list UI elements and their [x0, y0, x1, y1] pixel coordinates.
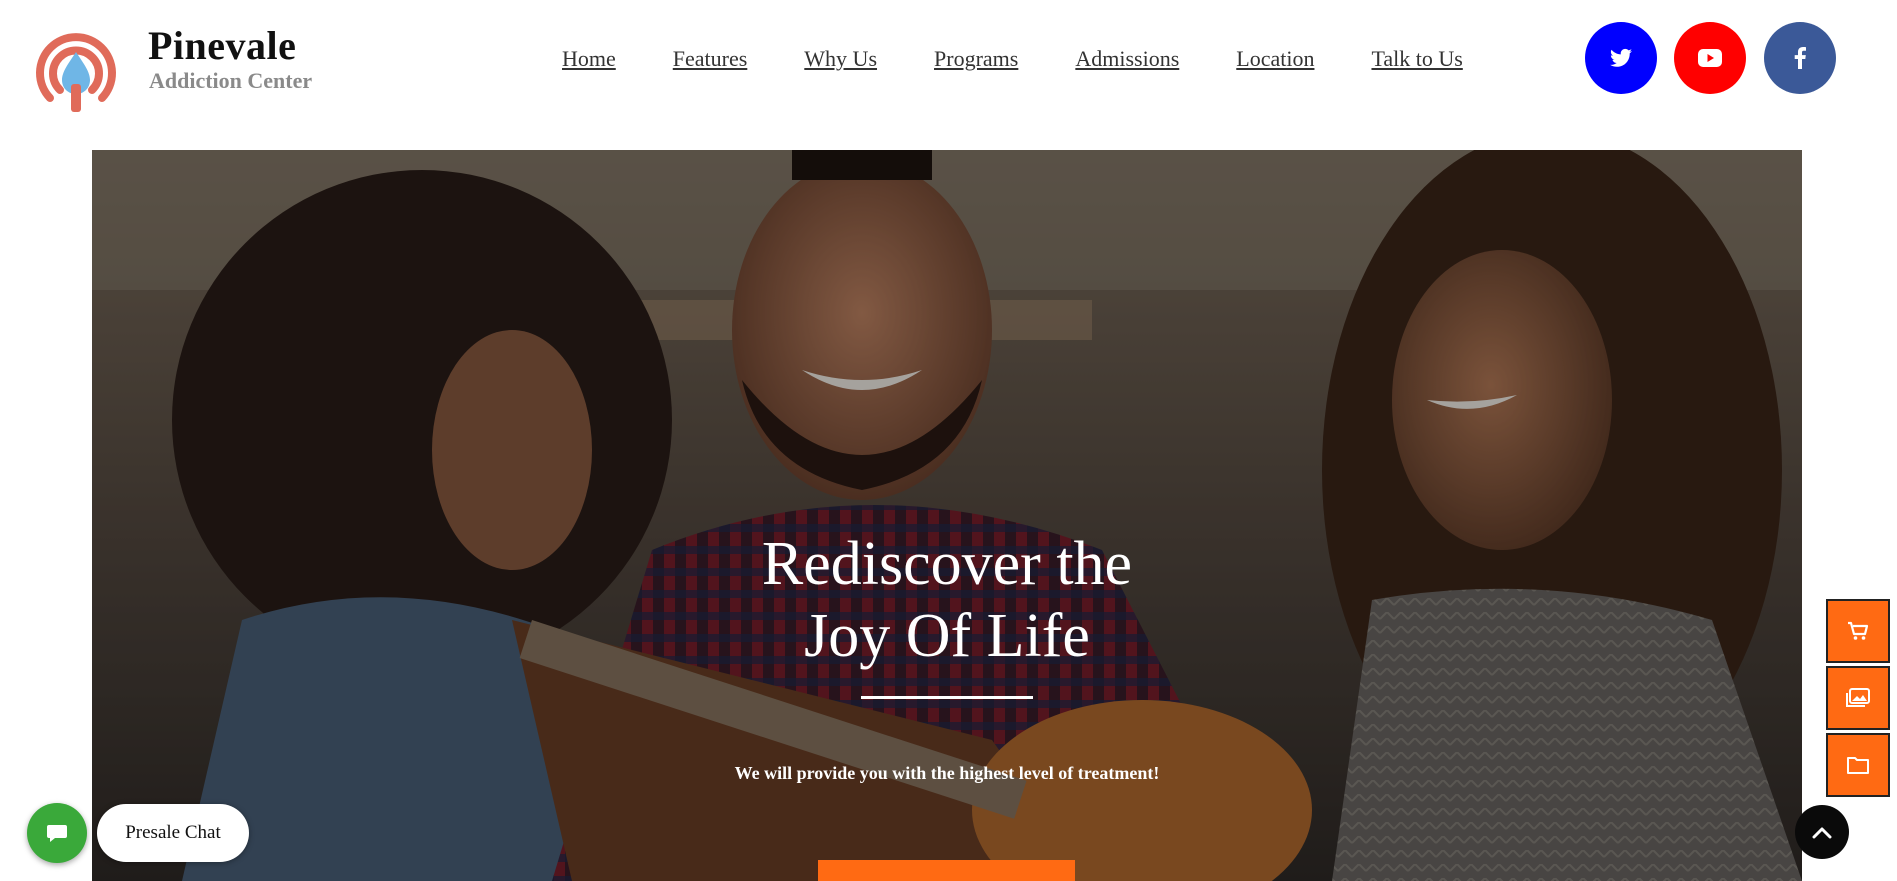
hero-cta-button[interactable]: [818, 860, 1075, 881]
hero-title-line2: Joy Of Life: [804, 602, 1090, 670]
cart-button[interactable]: [1826, 599, 1890, 663]
main-nav: Home Features Why Us Programs Admissions…: [562, 46, 1463, 72]
nav-admissions[interactable]: Admissions: [1075, 46, 1179, 72]
nav-location[interactable]: Location: [1236, 46, 1314, 72]
scroll-top-button[interactable]: [1795, 805, 1849, 859]
brand-name[interactable]: Pinevale: [148, 22, 296, 69]
twitter-icon: [1610, 48, 1632, 67]
chat-button[interactable]: [27, 803, 87, 863]
site-header: Pinevale Addiction Center Home Features …: [0, 0, 1897, 120]
nav-programs[interactable]: Programs: [934, 46, 1018, 72]
youtube-icon: [1698, 49, 1722, 67]
nav-features[interactable]: Features: [673, 46, 748, 72]
chevron-up-icon: [1812, 827, 1832, 839]
images-icon: [1846, 688, 1870, 707]
folder-button[interactable]: [1826, 733, 1890, 797]
hero-tagline: We will provide you with the highest lev…: [734, 763, 1160, 783]
presale-chat-label[interactable]: Presale Chat: [97, 804, 249, 862]
cart-icon: [1848, 621, 1869, 640]
folder-icon: [1847, 757, 1869, 774]
hero-title-line1: Rediscover the: [761, 530, 1133, 598]
nav-talk-to-us[interactable]: Talk to Us: [1371, 46, 1462, 72]
hero-title: Rediscover the Joy Of Life: [92, 528, 1802, 672]
water-drop-rings-icon[interactable]: [32, 28, 120, 116]
brand-subtitle: Addiction Center: [149, 68, 313, 93]
hero-divider: [861, 696, 1033, 699]
twitter-button[interactable]: [1585, 22, 1657, 94]
chat-bubble-icon: [47, 825, 67, 842]
nav-home[interactable]: Home: [562, 46, 616, 72]
facebook-icon: [1794, 47, 1806, 69]
youtube-button[interactable]: [1674, 22, 1746, 94]
facebook-button[interactable]: [1764, 22, 1836, 94]
nav-why-us[interactable]: Why Us: [804, 46, 877, 72]
hero-banner: Rediscover the Joy Of Life We will provi…: [92, 150, 1802, 881]
gallery-button[interactable]: [1826, 666, 1890, 730]
